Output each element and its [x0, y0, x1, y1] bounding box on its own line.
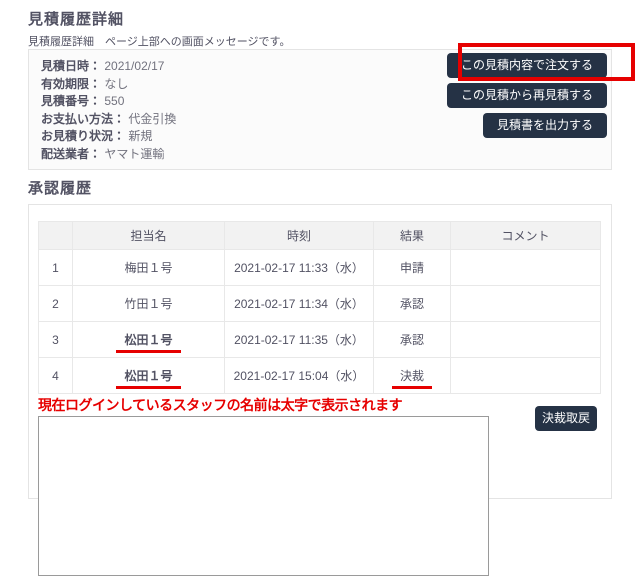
approval-history-title: 承認履歴: [28, 180, 93, 197]
cell-time: 2021-02-17 11:34（水）: [224, 285, 374, 322]
header-comment: コメント: [450, 221, 601, 250]
cell-no: 2: [38, 285, 73, 322]
table-row: 4 松田１号 2021-02-17 15:04（水） 決裁: [38, 357, 601, 394]
field-label: お支払い方法：: [41, 111, 126, 126]
cell-comment: [450, 357, 601, 394]
quote-detail-panel: 見積日時： 2021/02/17 有効期限： なし 見積番号： 550 お支払い…: [28, 49, 612, 170]
field-value: ヤマト運輸: [104, 146, 165, 161]
cell-result: 決裁: [373, 357, 451, 394]
table-row: 3 松田１号 2021-02-17 11:35（水） 承認: [38, 321, 601, 358]
order-with-quote-button[interactable]: この見積内容で注文する: [446, 53, 607, 78]
table-header-row: 担当名 時刻 結果 コメント: [38, 221, 601, 250]
cell-comment: [450, 249, 601, 286]
field-value: 代金引換: [128, 111, 177, 126]
cell-time: 2021-02-17 11:33（水）: [224, 249, 374, 286]
current-staff-name: 松田１号: [116, 367, 181, 389]
header-time: 時刻: [224, 221, 374, 250]
approval-history-table: 担当名 時刻 結果 コメント 1 梅田１号 2021-02-17 11:33（水…: [38, 221, 601, 394]
annotation-staff-note: 現在ログインしているスタッフの名前は太字で表示されます: [38, 397, 403, 413]
field-label: 見積日時：: [41, 59, 102, 73]
field-label: 見積番号：: [41, 94, 102, 109]
cell-result: 承認: [373, 285, 451, 322]
cell-name: 梅田１号: [72, 249, 225, 286]
field-label: 有効期限：: [41, 76, 102, 91]
cell-name: 松田１号: [72, 321, 225, 358]
cell-time: 2021-02-17 11:35（水）: [224, 321, 374, 358]
header-no: [38, 221, 73, 250]
field-carrier: 配送業者： ヤマト運輸: [41, 146, 599, 164]
header-name: 担当名: [72, 221, 225, 250]
field-label: お見積り状況：: [41, 129, 126, 144]
approval-comment-textarea[interactable]: [38, 416, 489, 576]
cell-no: 4: [38, 357, 73, 394]
current-staff-name: 松田１号: [116, 331, 181, 353]
page-subtitle: 見積履歴詳細 ページ上部への画面メッセージです。: [28, 36, 291, 48]
page-title: 見積履歴詳細: [28, 11, 125, 28]
cell-result: 申請: [373, 249, 451, 286]
final-result-value: 決裁: [391, 367, 432, 389]
field-value: 2021/02/17: [104, 59, 165, 73]
field-label: 配送業者：: [41, 146, 102, 161]
cell-comment: [450, 321, 601, 358]
approval-history-panel: 担当名 時刻 結果 コメント 1 梅田１号 2021-02-17 11:33（水…: [28, 204, 612, 576]
cell-name: 竹田１号: [72, 285, 225, 322]
cell-comment: [450, 285, 601, 322]
table-row: 2 竹田１号 2021-02-17 11:34（水） 承認: [38, 285, 601, 322]
cell-name: 松田１号: [72, 357, 225, 394]
export-quote-button[interactable]: 見積書を出力する: [482, 113, 607, 138]
field-value: 新規: [128, 129, 153, 144]
cell-result: 承認: [373, 321, 451, 358]
field-value: なし: [104, 76, 129, 91]
header-result: 結果: [373, 221, 451, 250]
cell-no: 1: [38, 249, 73, 286]
revoke-approval-button[interactable]: 決裁取戻: [534, 406, 597, 431]
requote-button[interactable]: この見積から再見積する: [446, 83, 607, 108]
field-value: 550: [104, 94, 125, 109]
table-row: 1 梅田１号 2021-02-17 11:33（水） 申請: [38, 249, 601, 286]
quote-actions: この見積内容で注文する この見積から再見積する 見積書を出力する: [446, 53, 607, 138]
cell-time: 2021-02-17 15:04（水）: [224, 357, 374, 394]
cell-no: 3: [38, 321, 73, 358]
